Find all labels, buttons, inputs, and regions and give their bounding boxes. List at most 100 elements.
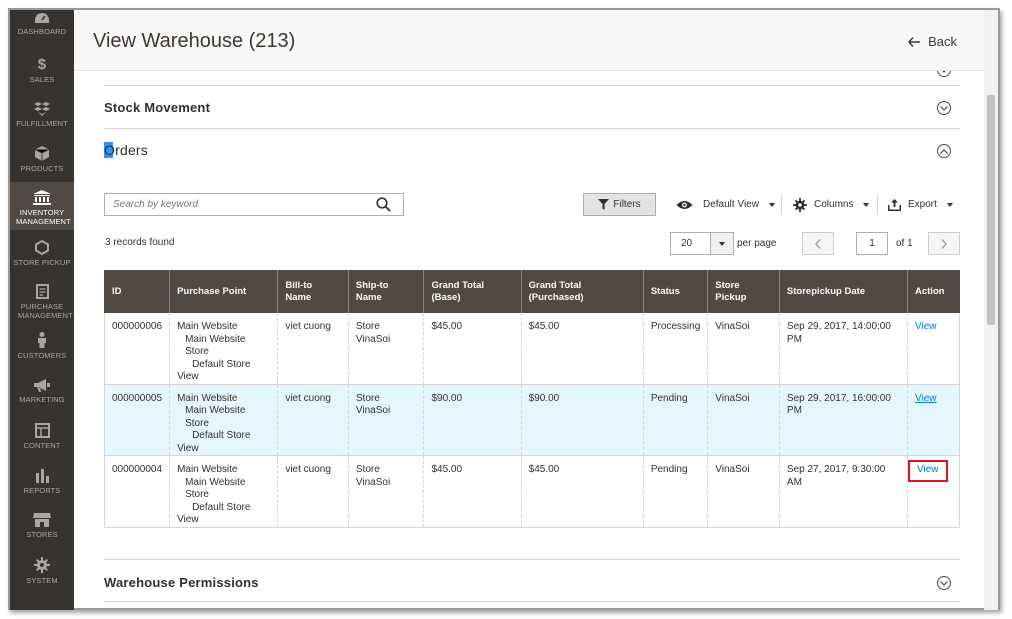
column-header-bill-to-name[interactable]: Bill-to Name [277, 270, 349, 313]
column-header-purchase-point[interactable]: Purchase Point [169, 270, 278, 313]
megaphone-icon [34, 379, 50, 392]
section-warehouse-permissions[interactable]: Warehouse Permissions [104, 559, 960, 602]
section-title: Orders [104, 142, 148, 158]
cell-pickup-date: Sep 27, 2017, 9:30:00 AM [778, 455, 908, 528]
sidebar-item-label: SALES [29, 75, 55, 84]
previous-page-button[interactable] [802, 232, 834, 255]
caret-down-icon [946, 202, 953, 207]
filters-button[interactable]: Filters [583, 193, 656, 216]
sidebar-item-label: STORES [26, 530, 58, 539]
sidebar-item-products[interactable]: PRODUCTS [10, 146, 74, 173]
page-number-input[interactable]: 1 [856, 232, 888, 255]
chevron-down-icon[interactable] [937, 101, 951, 115]
search-icon[interactable] [376, 197, 391, 212]
sidebar-item-store-pickup[interactable]: STORE PICKUP [10, 240, 74, 267]
sidebar-item-label: PRODUCTS [20, 164, 64, 173]
column-header-action: Action [907, 270, 960, 313]
main-content: Stock Movement Orders Filters Default Vi… [74, 71, 984, 610]
view-link[interactable]: View [917, 464, 939, 475]
column-header-grand-total-base[interactable]: Grand Total (Base) [423, 270, 522, 313]
back-button[interactable]: Back [908, 34, 957, 49]
cell-bill-to: viet cuong [277, 455, 349, 528]
chevron-up-icon[interactable] [937, 144, 951, 158]
sidebar-item-label: CUSTOMERS [17, 351, 67, 360]
section-title-text: Orders [104, 142, 148, 158]
per-page-label: per page [737, 238, 777, 249]
toolbar-divider [781, 195, 782, 214]
column-header-status[interactable]: Status [642, 270, 708, 313]
table-row[interactable]: 000000006 Main Website Main Website Store… [103, 313, 960, 385]
cell-id: 000000005 [103, 384, 170, 456]
funnel-icon [598, 199, 610, 210]
column-header-ship-to-name[interactable]: Ship-to Name [347, 270, 424, 313]
caret-down-icon [863, 202, 870, 207]
default-view-dropdown[interactable]: Default View [676, 193, 775, 216]
sidebar-item-stores[interactable]: STORES [10, 513, 74, 539]
filters-label: Filters [613, 199, 641, 210]
section-stock-movement[interactable]: Stock Movement [104, 86, 960, 129]
sidebar-item-label: MARKETING [19, 395, 65, 404]
cell-purchase-point: Main Website Main Website Store Default St… [169, 384, 278, 456]
view-link[interactable]: View [915, 321, 937, 332]
column-header-grand-total-purchased[interactable]: Grand Total (Purchased) [520, 270, 644, 313]
sidebar-item-sales[interactable]: $ SALES [10, 57, 74, 84]
hexagon-icon [35, 240, 49, 255]
sidebar-item-label: STORE PICKUP [13, 258, 71, 267]
sidebar-item-purchase-management[interactable]: PURCHASE MANAGEMENT [10, 284, 74, 320]
search-input[interactable] [105, 194, 365, 215]
eye-icon [676, 200, 693, 209]
cell-ship-to: Store VinaSoi [347, 384, 424, 456]
sidebar-item-system[interactable]: SYSTEM [10, 557, 74, 585]
section-orders[interactable]: Orders [104, 129, 960, 172]
toolbar-divider [877, 195, 878, 214]
boxes-icon [34, 102, 50, 116]
column-header-storepickup-date[interactable]: Storepickup Date [778, 270, 908, 313]
cell-store-pickup: VinaSoi [707, 455, 780, 528]
column-header-store-pickup[interactable]: Store Pickup [707, 270, 780, 313]
columns-dropdown[interactable]: Columns [793, 193, 870, 216]
cell-store-pickup: VinaSoi [707, 313, 780, 385]
cell-bill-to: viet cuong [277, 384, 349, 456]
export-dropdown[interactable]: Export [888, 193, 953, 216]
cell-grand-total-base: $45.00 [423, 313, 522, 385]
page-title: View Warehouse (213) [93, 30, 296, 52]
store-icon [33, 513, 51, 527]
cell-grand-total-purchased: $45.00 [520, 313, 644, 385]
cell-ship-to: Store VinaSoi [347, 313, 424, 385]
caret-down-icon[interactable] [710, 233, 733, 254]
table-row[interactable]: 000000005 Main Website Main Website Store… [103, 384, 960, 456]
sidebar-item-content[interactable]: CONTENT [10, 423, 74, 450]
column-header-id[interactable]: ID [103, 270, 170, 313]
sidebar-item-customers[interactable]: CUSTOMERS [10, 332, 74, 360]
chevron-down-icon[interactable] [937, 71, 951, 77]
sidebar-item-label: REPORTS [23, 486, 61, 495]
sidebar-item-marketing[interactable]: MARKETING [10, 379, 74, 404]
cell-action: View [907, 384, 960, 456]
cell-grand-total-base: $45.00 [423, 455, 522, 528]
sidebar-item-label: DASHBOARD [17, 27, 67, 36]
chevron-left-icon [815, 238, 821, 249]
search-input-wrapper [104, 193, 404, 216]
sidebar-item-reports[interactable]: REPORTS [10, 468, 74, 495]
sidebar-item-fulfillment[interactable]: FULFILLMENT [10, 101, 74, 128]
per-page-select[interactable]: 20 [670, 232, 734, 255]
view-link[interactable]: View [915, 393, 937, 404]
per-page-value: 20 [681, 238, 693, 249]
page-scrollbar[interactable] [984, 10, 998, 610]
next-page-button[interactable] [928, 232, 960, 255]
cell-action: View [907, 455, 960, 528]
dashboard-icon [35, 13, 49, 23]
cell-action: View [907, 313, 960, 385]
sidebar-item-dashboard[interactable]: DASHBOARD [10, 12, 74, 36]
cell-status: Processing [642, 313, 708, 385]
cell-grand-total-purchased: $45.00 [520, 455, 644, 528]
chevron-down-icon[interactable] [937, 576, 951, 590]
bar-chart-icon [35, 469, 49, 483]
cell-grand-total-base: $90.00 [423, 384, 522, 456]
sidebar-item-inventory-management[interactable]: INVENTORY MANAGEMENT [10, 182, 74, 230]
scrollbar-thumb[interactable] [987, 95, 995, 325]
page-header: View Warehouse (213) Back [74, 10, 984, 71]
cube-icon [35, 146, 49, 161]
gear-icon [793, 197, 807, 212]
table-row[interactable]: 000000004 Main Website Main Website Store… [103, 455, 960, 528]
